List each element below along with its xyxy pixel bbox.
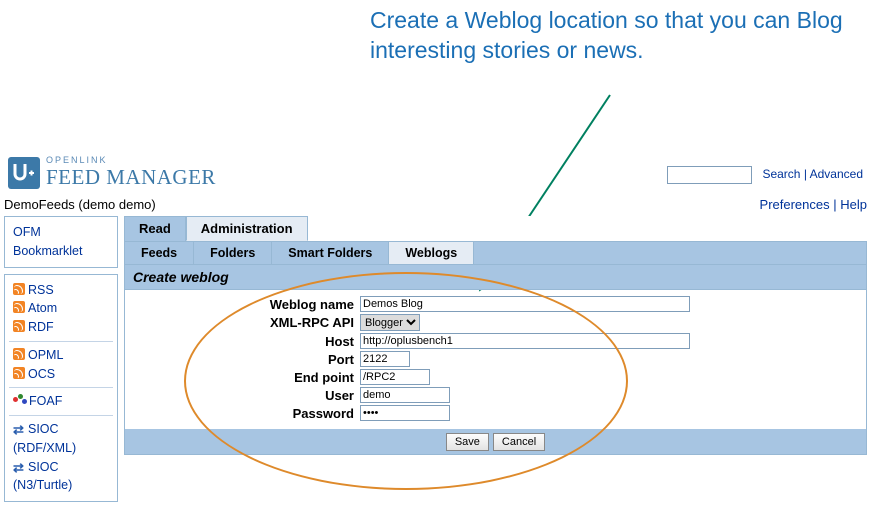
sidebar-item-atom[interactable]: Atom bbox=[28, 301, 57, 315]
api-select[interactable]: Blogger bbox=[360, 314, 420, 331]
subtab-weblogs[interactable]: Weblogs bbox=[389, 242, 474, 264]
logo-icon bbox=[8, 157, 40, 189]
sidebar-item-rss[interactable]: RSS bbox=[28, 283, 54, 297]
weblog-name-field[interactable] bbox=[360, 296, 690, 312]
search-input[interactable] bbox=[667, 166, 752, 184]
foaf-icon bbox=[13, 394, 27, 406]
save-button[interactable]: Save bbox=[446, 433, 489, 451]
host-field[interactable] bbox=[360, 333, 690, 349]
cancel-button[interactable]: Cancel bbox=[493, 433, 545, 451]
help-link[interactable]: Help bbox=[840, 197, 867, 212]
endpoint-field[interactable] bbox=[360, 369, 430, 385]
rss-icon bbox=[13, 367, 25, 379]
password-label: Password bbox=[125, 406, 360, 421]
sidebar-item-rdf[interactable]: RDF bbox=[28, 320, 54, 334]
user-field[interactable] bbox=[360, 387, 450, 403]
bookmarklet-link[interactable]: OFM Bookmarklet bbox=[13, 225, 82, 258]
weblog-name-label: Weblog name bbox=[125, 297, 360, 312]
primary-tabs: Read Administration bbox=[124, 216, 867, 241]
sidebar-item-opml[interactable]: OPML bbox=[28, 348, 63, 362]
logo-line1: OPENLINK bbox=[46, 155, 216, 165]
subtab-smart-folders[interactable]: Smart Folders bbox=[272, 242, 389, 264]
preferences-link[interactable]: Preferences bbox=[760, 197, 830, 212]
secondary-tabs: Feeds Folders Smart Folders Weblogs bbox=[124, 241, 867, 265]
tab-read[interactable]: Read bbox=[124, 216, 186, 241]
rss-icon bbox=[13, 283, 25, 295]
api-label: XML-RPC API bbox=[125, 315, 360, 330]
subtab-folders[interactable]: Folders bbox=[194, 242, 272, 264]
password-field[interactable] bbox=[360, 405, 450, 421]
sioc-icon: ⇄ bbox=[13, 420, 25, 432]
context-label: DemoFeeds (demo demo) bbox=[4, 197, 156, 212]
create-weblog-form: Weblog name XML-RPC API Blogger Host Por… bbox=[124, 290, 867, 429]
tab-administration[interactable]: Administration bbox=[186, 216, 308, 241]
sioc-icon: ⇄ bbox=[13, 458, 25, 470]
main-panel: Read Administration Feeds Folders Smart … bbox=[124, 216, 867, 455]
host-label: Host bbox=[125, 334, 360, 349]
subtab-feeds[interactable]: Feeds bbox=[125, 242, 194, 264]
sidebar-item-foaf[interactable]: FOAF bbox=[29, 394, 62, 408]
advanced-link[interactable]: Advanced bbox=[810, 167, 863, 181]
port-label: Port bbox=[125, 352, 360, 367]
search-link[interactable]: Search bbox=[762, 167, 800, 181]
callout-text: Create a Weblog location so that you can… bbox=[370, 6, 850, 66]
rss-icon bbox=[13, 348, 25, 360]
form-button-bar: Save Cancel bbox=[124, 429, 867, 455]
user-label: User bbox=[125, 388, 360, 403]
rss-icon bbox=[13, 320, 25, 332]
port-field[interactable] bbox=[360, 351, 410, 367]
panel-title: Create weblog bbox=[124, 265, 867, 290]
app-logo: OPENLINK FEED MANAGER bbox=[8, 155, 216, 190]
sidebar: OFM Bookmarklet RSS Atom RDF OPML OCS FO… bbox=[4, 216, 118, 508]
endpoint-label: End point bbox=[125, 370, 360, 385]
rss-icon bbox=[13, 301, 25, 313]
sidebar-item-ocs[interactable]: OCS bbox=[28, 367, 55, 381]
logo-line2: FEED MANAGER bbox=[46, 165, 216, 190]
